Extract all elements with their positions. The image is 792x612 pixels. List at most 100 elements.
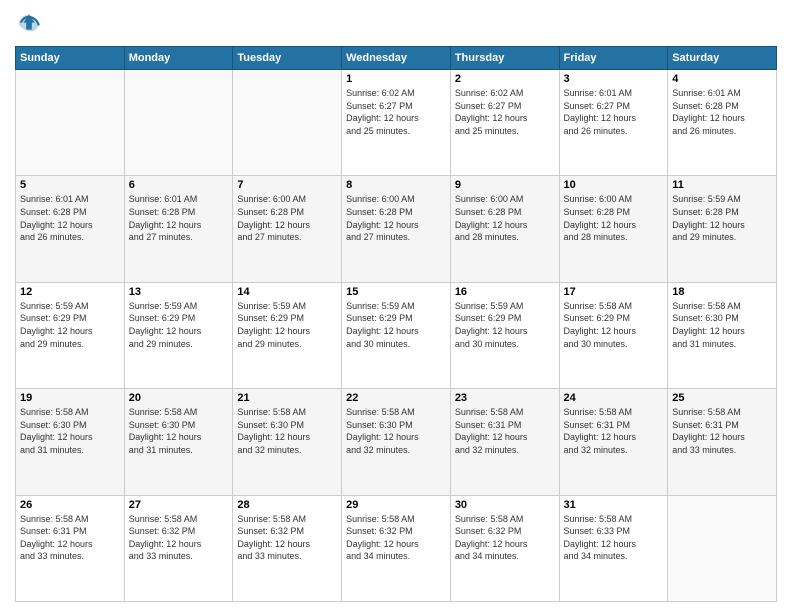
page: SundayMondayTuesdayWednesdayThursdayFrid… — [0, 0, 792, 612]
calendar-cell: 24 Sunrise: 5:58 AM Sunset: 6:31 PM Dayli… — [559, 389, 668, 495]
day-info: Sunrise: 5:59 AM Sunset: 6:29 PM Dayligh… — [20, 300, 120, 350]
day-number: 26 — [20, 499, 120, 511]
week-row-5: 26 Sunrise: 5:58 AM Sunset: 6:31 PM Dayli… — [16, 495, 777, 601]
week-row-3: 12 Sunrise: 5:59 AM Sunset: 6:29 PM Dayli… — [16, 282, 777, 388]
calendar-cell: 15 Sunrise: 5:59 AM Sunset: 6:29 PM Dayli… — [342, 282, 451, 388]
week-row-1: 1 Sunrise: 6:02 AM Sunset: 6:27 PM Daylig… — [16, 70, 777, 176]
weekday-wednesday: Wednesday — [342, 47, 451, 70]
day-info: Sunrise: 5:58 AM Sunset: 6:30 PM Dayligh… — [20, 406, 120, 456]
day-number: 13 — [129, 286, 229, 298]
day-number: 6 — [129, 179, 229, 191]
day-number: 11 — [672, 179, 772, 191]
day-number: 28 — [237, 499, 337, 511]
day-number: 7 — [237, 179, 337, 191]
logo — [15, 10, 47, 38]
day-number: 20 — [129, 392, 229, 404]
calendar-cell: 10Sunrise: 6:00 AM Sunset: 6:28 PM Dayli… — [559, 176, 668, 282]
calendar-cell: 6 Sunrise: 6:01 AM Sunset: 6:28 PM Daylig… — [124, 176, 233, 282]
weekday-thursday: Thursday — [450, 47, 559, 70]
day-info: Sunrise: 5:58 AM Sunset: 6:31 PM Dayligh… — [455, 406, 555, 456]
day-info: Sunrise: 5:59 AM Sunset: 6:29 PM Dayligh… — [455, 300, 555, 350]
day-number: 14 — [237, 286, 337, 298]
day-info: Sunrise: 5:58 AM Sunset: 6:32 PM Dayligh… — [129, 513, 229, 563]
day-number: 5 — [20, 179, 120, 191]
day-number: 16 — [455, 286, 555, 298]
calendar-cell: 19 Sunrise: 5:58 AM Sunset: 6:30 PM Dayli… — [16, 389, 125, 495]
calendar-cell: 17 Sunrise: 5:58 AM Sunset: 6:29 PM Dayli… — [559, 282, 668, 388]
day-info: Sunrise: 5:58 AM Sunset: 6:32 PM Dayligh… — [455, 513, 555, 563]
day-info: Sunrise: 6:00 AM Sunset: 6:28 PM Dayligh… — [455, 193, 555, 243]
day-info: Sunrise: 5:58 AM Sunset: 6:32 PM Dayligh… — [346, 513, 446, 563]
day-info: Sunrise: 5:58 AM Sunset: 6:30 PM Dayligh… — [237, 406, 337, 456]
weekday-friday: Friday — [559, 47, 668, 70]
day-number: 31 — [564, 499, 664, 511]
calendar-cell: 27 Sunrise: 5:58 AM Sunset: 6:32 PM Dayli… — [124, 495, 233, 601]
day-info: Sunrise: 5:59 AM Sunset: 6:29 PM Dayligh… — [237, 300, 337, 350]
logo-icon — [15, 10, 43, 38]
day-number: 30 — [455, 499, 555, 511]
day-number: 29 — [346, 499, 446, 511]
day-number: 23 — [455, 392, 555, 404]
calendar-cell — [233, 70, 342, 176]
header — [15, 10, 777, 38]
weekday-sunday: Sunday — [16, 47, 125, 70]
day-info: Sunrise: 6:01 AM Sunset: 6:28 PM Dayligh… — [672, 87, 772, 137]
day-info: Sunrise: 5:59 AM Sunset: 6:29 PM Dayligh… — [346, 300, 446, 350]
calendar-cell: 7 Sunrise: 6:00 AM Sunset: 6:28 PM Daylig… — [233, 176, 342, 282]
day-number: 12 — [20, 286, 120, 298]
day-info: Sunrise: 5:58 AM Sunset: 6:29 PM Dayligh… — [564, 300, 664, 350]
week-row-4: 19 Sunrise: 5:58 AM Sunset: 6:30 PM Dayli… — [16, 389, 777, 495]
calendar-cell: 12 Sunrise: 5:59 AM Sunset: 6:29 PM Dayli… — [16, 282, 125, 388]
day-info: Sunrise: 5:58 AM Sunset: 6:31 PM Dayligh… — [672, 406, 772, 456]
day-number: 21 — [237, 392, 337, 404]
day-info: Sunrise: 6:01 AM Sunset: 6:28 PM Dayligh… — [20, 193, 120, 243]
calendar-cell: 13 Sunrise: 5:59 AM Sunset: 6:29 PM Dayli… — [124, 282, 233, 388]
day-number: 25 — [672, 392, 772, 404]
weekday-saturday: Saturday — [668, 47, 777, 70]
calendar-cell: 30 Sunrise: 5:58 AM Sunset: 6:32 PM Dayli… — [450, 495, 559, 601]
calendar-cell: 21 Sunrise: 5:58 AM Sunset: 6:30 PM Dayli… — [233, 389, 342, 495]
day-number: 9 — [455, 179, 555, 191]
day-info: Sunrise: 6:01 AM Sunset: 6:27 PM Dayligh… — [564, 87, 664, 137]
day-number: 10 — [564, 179, 664, 191]
calendar-cell — [16, 70, 125, 176]
day-number: 17 — [564, 286, 664, 298]
day-info: Sunrise: 5:59 AM Sunset: 6:29 PM Dayligh… — [129, 300, 229, 350]
day-number: 3 — [564, 73, 664, 85]
day-info: Sunrise: 6:02 AM Sunset: 6:27 PM Dayligh… — [346, 87, 446, 137]
day-number: 24 — [564, 392, 664, 404]
day-number: 8 — [346, 179, 446, 191]
week-row-2: 5 Sunrise: 6:01 AM Sunset: 6:28 PM Daylig… — [16, 176, 777, 282]
calendar-cell: 29 Sunrise: 5:58 AM Sunset: 6:32 PM Dayli… — [342, 495, 451, 601]
calendar-cell: 8 Sunrise: 6:00 AM Sunset: 6:28 PM Daylig… — [342, 176, 451, 282]
calendar-cell: 1 Sunrise: 6:02 AM Sunset: 6:27 PM Daylig… — [342, 70, 451, 176]
day-info: Sunrise: 5:58 AM Sunset: 6:32 PM Dayligh… — [237, 513, 337, 563]
day-number: 19 — [20, 392, 120, 404]
day-info: Sunrise: 5:58 AM Sunset: 6:31 PM Dayligh… — [564, 406, 664, 456]
calendar-cell — [124, 70, 233, 176]
calendar-cell: 22Sunrise: 5:58 AM Sunset: 6:30 PM Dayli… — [342, 389, 451, 495]
calendar-cell: 23 Sunrise: 5:58 AM Sunset: 6:31 PM Dayli… — [450, 389, 559, 495]
day-number: 18 — [672, 286, 772, 298]
calendar-cell: 18 Sunrise: 5:58 AM Sunset: 6:30 PM Dayli… — [668, 282, 777, 388]
day-info: Sunrise: 6:00 AM Sunset: 6:28 PM Dayligh… — [346, 193, 446, 243]
day-number: 1 — [346, 73, 446, 85]
day-info: Sunrise: 5:58 AM Sunset: 6:31 PM Dayligh… — [20, 513, 120, 563]
day-info: Sunrise: 6:00 AM Sunset: 6:28 PM Dayligh… — [237, 193, 337, 243]
day-number: 27 — [129, 499, 229, 511]
day-number: 2 — [455, 73, 555, 85]
day-info: Sunrise: 6:01 AM Sunset: 6:28 PM Dayligh… — [129, 193, 229, 243]
day-info: Sunrise: 5:58 AM Sunset: 6:33 PM Dayligh… — [564, 513, 664, 563]
weekday-tuesday: Tuesday — [233, 47, 342, 70]
day-info: Sunrise: 6:02 AM Sunset: 6:27 PM Dayligh… — [455, 87, 555, 137]
day-number: 15 — [346, 286, 446, 298]
day-info: Sunrise: 5:58 AM Sunset: 6:30 PM Dayligh… — [672, 300, 772, 350]
calendar-cell: 11Sunrise: 5:59 AM Sunset: 6:28 PM Dayli… — [668, 176, 777, 282]
calendar-cell: 9 Sunrise: 6:00 AM Sunset: 6:28 PM Daylig… — [450, 176, 559, 282]
weekday-header-row: SundayMondayTuesdayWednesdayThursdayFrid… — [16, 47, 777, 70]
calendar-cell: 3 Sunrise: 6:01 AM Sunset: 6:27 PM Daylig… — [559, 70, 668, 176]
calendar-cell: 20Sunrise: 5:58 AM Sunset: 6:30 PM Dayli… — [124, 389, 233, 495]
day-number: 4 — [672, 73, 772, 85]
calendar-cell: 16 Sunrise: 5:59 AM Sunset: 6:29 PM Dayli… — [450, 282, 559, 388]
calendar-cell: 31 Sunrise: 5:58 AM Sunset: 6:33 PM Dayli… — [559, 495, 668, 601]
